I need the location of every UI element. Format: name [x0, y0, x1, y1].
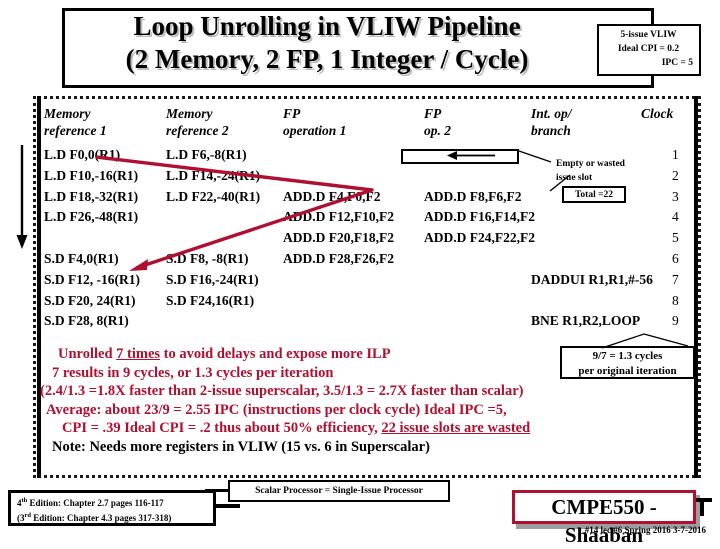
lecture-meta-label: #14 lec #6 Spring 2016 3-7-2016 [584, 525, 706, 535]
summary-text: Unrolled 7 times to avoid delays and exp… [40, 345, 640, 456]
cell-fp-2-row-3: ADD.D F8,F6,F2 [424, 188, 522, 204]
brand-box-right-rule [700, 498, 704, 516]
col-header-int-op-branch-line2: branch [531, 122, 571, 138]
content-frame-right-edge [694, 96, 698, 478]
cell-mem-1-row-9: S.D F28, 8(R1) [44, 313, 129, 329]
vliw-ideal-cpi-label: Ideal CPI = 0.2 [617, 43, 680, 54]
col-header-fp-op-2-line2: op. 2 [424, 122, 451, 138]
cell-mem-2-row-2: L.D F14,-24(R1) [166, 167, 261, 183]
summary-line-1-underlined: 7 times [116, 346, 161, 362]
summary-line-1-b: to avoid delays and expose more ILP [160, 346, 391, 362]
summary-line-5: CPI = .39 Ideal CPI = .2 thus about 50% … [40, 419, 640, 438]
clock-cycle-row-9: 9 [672, 313, 679, 329]
cell-mem-1-row-8: S.D F20, 24(R1) [44, 292, 136, 308]
col-header-int-op-branch-line1: Int. op/ [531, 106, 572, 121]
summary-line-1: Unrolled 7 times to avoid delays and exp… [40, 345, 640, 364]
vliw-spec-box: 5-issue VLIW Ideal CPI = 0.2 IPC = 5 [597, 24, 701, 76]
summary-line-4: Average: about 23/9 = 2.55 IPC (instruct… [46, 401, 507, 418]
cell-mem-1-row-2: L.D F10,-16(R1) [44, 167, 139, 183]
edition-reference-line1: 4th Edition: Chapter 2.7 pages 116-117 [17, 496, 213, 511]
col-header-memory-ref-1-line1: Memory [44, 106, 91, 121]
course-brand-box: CMPE550 - Shaaban [512, 490, 696, 547]
cell-mem-1-row-6: S.D F4,0(R1) [44, 251, 119, 266]
ratio-box-leader-line [601, 333, 689, 349]
cell-fp-1-row-4: ADD.D F12,F10,F2 [283, 209, 394, 225]
cell-mem-1-row-4: L.D F26,-48(R1) [44, 209, 139, 225]
summary-line-6: Note: Needs more registers in VLIW (15 v… [52, 438, 430, 455]
col-header-memory-ref-1: Memory reference 1 [44, 106, 107, 140]
cell-mem-1-row-7: S.D F12, -16(R1) [44, 271, 140, 287]
clock-cycle-row-6: 6 [672, 251, 679, 266]
edition-3rd-number: (3 [17, 512, 25, 523]
cell-fp-2-row-4: ADD.D F16,F14,F2 [424, 209, 535, 225]
col-header-memory-ref-2: Memory reference 2 [166, 106, 229, 140]
col-header-memory-ref-1-line2: reference 1 [44, 122, 107, 138]
cell-fp-1-row-3: ADD.D F4,F0,F2 [283, 188, 381, 204]
summary-line-1-a: Unrolled [58, 346, 117, 362]
cell-mem-2-row-3: L.D F22,-40(R1) [166, 188, 261, 204]
page-title-line2: (2 Memory, 2 FP, 1 Integer / Cycle) [125, 43, 529, 74]
cell-mem-1-row-1: L.D F0,0(R1) [44, 147, 121, 162]
col-header-int-op-branch: Int. op/ branch [531, 106, 572, 140]
col-header-memory-ref-2-line2: reference 2 [166, 122, 229, 138]
clock-cycle-row-4: 4 [672, 209, 679, 225]
cell-int-row-9: BNE R1,R2,LOOP [531, 313, 641, 329]
col-header-fp-op-2-line1: FP [424, 106, 442, 121]
empty-issue-slot-label-line1: Empty or wasted [556, 159, 625, 169]
vliw-issue-label: 5-issue VLIW [620, 30, 677, 40]
col-header-clock: Clock [641, 106, 673, 123]
clock-cycle-row-8: 8 [672, 292, 679, 308]
clock-cycle-row-7: 7 [672, 271, 679, 287]
cell-mem-2-row-8: S.D F24,16(R1) [166, 292, 255, 308]
edition-3rd-text: Edition: Chapter 4.3 pages 317-318) [31, 512, 172, 523]
edition-box-connector [216, 504, 240, 508]
col-header-clock-label: Clock [641, 106, 674, 121]
summary-line-5-underlined: 22 issue slots are wasted [381, 420, 531, 437]
edition-reference-box: 4th Edition: Chapter 2.7 pages 116-117 (… [8, 490, 216, 526]
cell-mem-2-row-7: S.D F16,-24(R1) [166, 271, 259, 287]
edition-4th-text: Edition: Chapter 2.7 pages 116-117 [27, 498, 164, 508]
col-header-fp-op-1-line1: FP [283, 106, 301, 121]
edition-reference-line2: (3rd Edition: Chapter 4.3 pages 317-318) [17, 511, 213, 526]
summary-line-3: (2.4/1.3 =1.8X faster than 2-issue super… [40, 383, 524, 400]
cell-fp-1-row-5: ADD.D F20,F18,F2 [283, 230, 394, 246]
col-header-fp-op-1-line2: operation 1 [283, 122, 347, 138]
col-header-fp-op-2: FP op. 2 [424, 106, 451, 140]
cell-mem-2-row-6: S.D F8, -8(R1) [166, 251, 249, 266]
clock-cycle-row-5: 5 [672, 230, 679, 246]
scalar-processor-note: Scalar Processor = Single-Issue Processo… [228, 480, 450, 502]
col-header-memory-ref-2-line1: Memory [166, 106, 213, 121]
clock-cycle-row-3: 3 [672, 188, 679, 204]
cell-fp-2-row-5: ADD.D F24,F22,F2 [424, 230, 535, 246]
cell-fp-1-row-6: ADD.D F28,F26,F2 [283, 251, 394, 266]
vliw-ipc-label: IPC = 5 [661, 57, 693, 68]
cycles-per-iteration-line2: per original iteration [578, 364, 677, 377]
col-header-fp-op-1: FP operation 1 [283, 106, 346, 140]
page-title-line1: Loop Unrolling in VLIW Pipeline [133, 11, 521, 41]
cell-mem-2-row-1: L.D F6,-8(R1) [166, 147, 247, 162]
time-direction-arrow [16, 145, 28, 249]
summary-line-2: 7 results in 9 cycles, or 1.3 cycles per… [52, 364, 334, 381]
cell-mem-1-row-3: L.D F18,-32(R1) [44, 188, 139, 204]
summary-line-5-a: CPI = .39 Ideal CPI = .2 thus about 50% … [62, 420, 382, 437]
page-title: Loop Unrolling in VLIW Pipeline (2 Memor… [62, 10, 592, 76]
total-wasted-slots-box: Total =22 [562, 186, 626, 203]
cell-int-row-7: DADDUI R1,R1,#-56 [531, 271, 653, 287]
